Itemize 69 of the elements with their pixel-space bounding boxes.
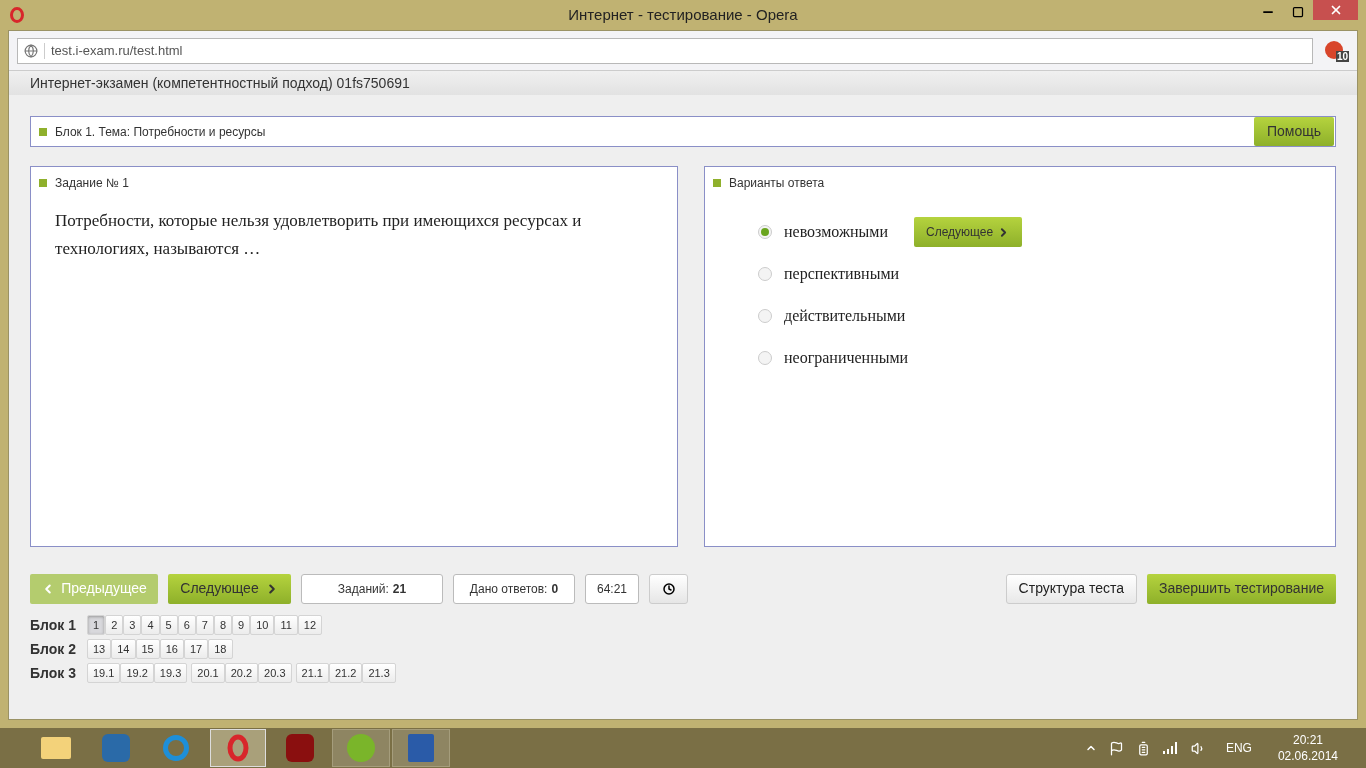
question-number-button[interactable]: 18 <box>208 639 233 659</box>
adblock-count: 10 <box>1335 50 1349 62</box>
question-number-button[interactable]: 14 <box>111 639 136 659</box>
answer-option[interactable]: неограниченными <box>784 346 909 370</box>
bullet-icon <box>713 179 721 187</box>
bullet-icon <box>39 127 47 136</box>
question-number-button[interactable]: 19.3 <box>153 663 188 683</box>
radio-button[interactable] <box>758 225 772 239</box>
language-indicator[interactable]: ENG <box>1225 739 1252 757</box>
question-number-button[interactable]: 19.1 <box>87 663 121 683</box>
next-button[interactable]: Следующее <box>168 573 291 604</box>
tasks-label: Заданий: <box>337 580 389 598</box>
question-number-button[interactable]: 4 <box>141 615 160 635</box>
question-number-button[interactable]: 20.3 <box>258 663 292 683</box>
question-number-button[interactable]: 16 <box>159 639 184 659</box>
radio-button[interactable] <box>758 267 772 281</box>
question-number-button[interactable]: 15 <box>135 639 160 659</box>
address-field[interactable]: test.i-exam.ru/test.html <box>17 37 1313 64</box>
question-number-button[interactable]: 12 <box>297 615 323 635</box>
question-number-button[interactable]: 9 <box>232 615 251 635</box>
question-number-button[interactable]: 21.2 <box>328 663 363 683</box>
question-number-button[interactable]: 7 <box>195 615 214 635</box>
task-title: Задание № 1 <box>55 175 129 192</box>
signal-icon[interactable] <box>1162 742 1179 754</box>
timer-button[interactable] <box>649 573 688 604</box>
block-topic: Блок 1. Тема: Потребности и ресурсы <box>55 123 266 141</box>
next-answer-button[interactable]: Следующее <box>914 217 1023 247</box>
tasks-value: 21 <box>392 580 407 598</box>
maximize-icon <box>1292 6 1304 18</box>
flag-icon[interactable] <box>1108 740 1124 756</box>
question-number-button[interactable]: 8 <box>213 615 232 635</box>
answered-label: Дано ответов: <box>469 580 548 598</box>
answered-value: 0 <box>551 580 559 598</box>
radio-button[interactable] <box>758 309 772 323</box>
url-text: test.i-exam.ru/test.html <box>51 41 183 60</box>
finish-button[interactable]: Завершить тестирование <box>1147 573 1336 604</box>
clock-time[interactable]: 20:21 <box>1292 732 1323 748</box>
structure-button[interactable]: Структура теста <box>1005 573 1137 604</box>
question-number-button[interactable]: 3 <box>123 615 142 635</box>
block-label: Блок 3 <box>30 663 77 683</box>
question-number-button[interactable]: 10 <box>250 615 275 635</box>
answer-option[interactable]: перспективными <box>784 262 900 286</box>
question-number-button[interactable]: 2 <box>105 615 124 635</box>
question-number-button[interactable]: 11 <box>274 615 298 635</box>
question-number-button[interactable]: 21.1 <box>295 663 329 683</box>
question-number-button[interactable]: 21.3 <box>362 663 396 683</box>
radio-button[interactable] <box>758 351 772 365</box>
question-number-button[interactable]: 5 <box>159 615 178 635</box>
timer-display: 64:21 <box>585 573 639 604</box>
answers-title: Варианты ответа <box>729 175 825 192</box>
window-title: Интернет - тестирование - Opera <box>567 4 799 25</box>
question-number-button[interactable]: 20.1 <box>191 663 225 683</box>
question-number-button[interactable]: 20.2 <box>224 663 259 683</box>
globe-icon <box>24 43 38 58</box>
block-label: Блок 1 <box>30 615 77 635</box>
help-button[interactable]: Помощь <box>1253 117 1334 146</box>
clock-date[interactable]: 02.06.2014 <box>1277 748 1338 764</box>
block-label: Блок 2 <box>30 639 77 659</box>
clock-icon <box>662 582 675 595</box>
question-number-button[interactable]: 1 <box>87 615 106 635</box>
question-number-button[interactable]: 17 <box>184 639 209 659</box>
answer-option[interactable]: невозможными <box>784 220 888 244</box>
exam-title: Интернет-экзамен (компетентностный подход) 01fs750691 <box>30 73 410 93</box>
bullet-icon <box>39 179 47 187</box>
question-number-button[interactable]: 19.2 <box>120 663 154 683</box>
question-number-button[interactable]: 6 <box>177 615 196 635</box>
question-number-button[interactable]: 13 <box>87 639 112 659</box>
answer-option[interactable]: действительными <box>784 304 906 328</box>
question-text: Потребности, которые нельзя удовлетворить при имеющихся ресурсах и технологиях, называются … <box>55 210 583 260</box>
